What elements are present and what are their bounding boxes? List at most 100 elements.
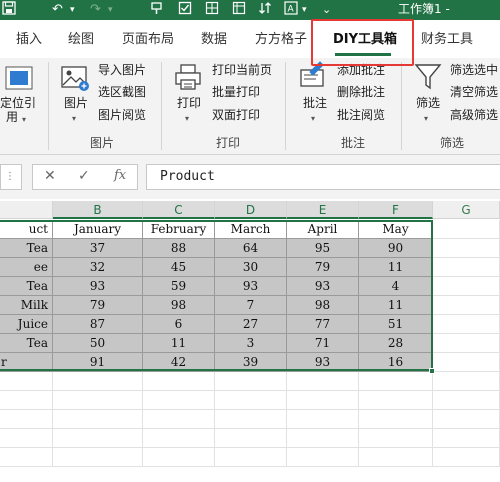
delete-comment-button[interactable]: 删除批注: [337, 85, 385, 99]
table-cell[interactable]: 93: [53, 277, 143, 296]
empty-cell[interactable]: [0, 429, 53, 448]
table-row-name[interactable]: Juice: [0, 315, 53, 334]
empty-cell[interactable]: [433, 448, 500, 467]
checkbox-icon[interactable]: [178, 1, 192, 21]
table-row-name[interactable]: Tea: [0, 239, 53, 258]
empty-cell[interactable]: [287, 372, 359, 391]
table-cell[interactable]: 4: [359, 277, 433, 296]
table-row-name[interactable]: ee: [0, 258, 53, 277]
table-cell[interactable]: 79: [53, 296, 143, 315]
empty-cell[interactable]: [53, 410, 143, 429]
redo-dropdown-icon[interactable]: ▾: [108, 1, 113, 19]
selection-screenshot-button[interactable]: 选区截图: [98, 85, 146, 99]
sort-icon[interactable]: [258, 1, 272, 21]
empty-cell[interactable]: [0, 448, 53, 467]
cell-header-january[interactable]: January: [53, 220, 143, 239]
table-cell[interactable]: 87: [53, 315, 143, 334]
empty-cell[interactable]: [215, 391, 287, 410]
table-cell[interactable]: 11: [359, 296, 433, 315]
empty-cell[interactable]: [433, 220, 500, 239]
locate-reference-label-line1[interactable]: 定位引: [0, 96, 36, 110]
comment-viewer-button[interactable]: 批注阅览: [337, 108, 385, 122]
print-dropdown-icon[interactable]: ▾: [185, 112, 189, 126]
function-icon[interactable]: fx: [114, 168, 126, 183]
table-row-name[interactable]: Milk: [0, 296, 53, 315]
empty-cell[interactable]: [287, 410, 359, 429]
table-cell[interactable]: 64: [215, 239, 287, 258]
cell-header-march[interactable]: March: [215, 220, 287, 239]
text-format-dropdown-icon[interactable]: ▾: [302, 1, 307, 19]
empty-cell[interactable]: [433, 391, 500, 410]
empty-cell[interactable]: [287, 448, 359, 467]
empty-cell[interactable]: [359, 391, 433, 410]
empty-cell[interactable]: [0, 410, 53, 429]
empty-cell[interactable]: [433, 315, 500, 334]
table-cell[interactable]: 93: [215, 277, 287, 296]
table-cell[interactable]: 88: [143, 239, 215, 258]
table-cell[interactable]: 93: [287, 277, 359, 296]
cancel-icon[interactable]: ✕: [44, 168, 56, 184]
redo-icon[interactable]: ↷: [90, 1, 101, 19]
comment-dropdown-icon[interactable]: ▾: [311, 112, 315, 126]
name-box[interactable]: ⋮: [0, 164, 22, 190]
empty-cell[interactable]: [433, 277, 500, 296]
empty-cell[interactable]: [433, 296, 500, 315]
undo-dropdown-icon[interactable]: ▾: [70, 1, 75, 19]
tab-finance-tools[interactable]: 财务工具: [421, 28, 473, 47]
picture-dropdown-icon[interactable]: ▾: [72, 112, 76, 126]
table-cell[interactable]: 39: [215, 353, 287, 372]
undo-icon[interactable]: ↶: [52, 1, 63, 19]
duplex-print-button[interactable]: 双面打印: [212, 108, 260, 122]
table-cell[interactable]: 37: [53, 239, 143, 258]
paint-icon[interactable]: [150, 1, 164, 21]
table-cell[interactable]: 77: [287, 315, 359, 334]
locate-dropdown-icon[interactable]: ▾: [22, 113, 26, 127]
empty-cell[interactable]: [287, 391, 359, 410]
empty-cell[interactable]: [53, 448, 143, 467]
table-cell[interactable]: 16: [359, 353, 433, 372]
column-header-g[interactable]: G: [433, 201, 500, 219]
locate-reference-icon[interactable]: [4, 64, 34, 96]
empty-cell[interactable]: [143, 372, 215, 391]
empty-cell[interactable]: [215, 429, 287, 448]
table-cell[interactable]: 79: [287, 258, 359, 277]
picture-viewer-button[interactable]: 图片阅览: [98, 108, 146, 122]
table-cell[interactable]: 3: [215, 334, 287, 353]
tab-draw[interactable]: 绘图: [68, 28, 94, 47]
table-cell[interactable]: 7: [215, 296, 287, 315]
table-cell[interactable]: 51: [359, 315, 433, 334]
empty-cell[interactable]: [287, 429, 359, 448]
enter-icon[interactable]: ✓: [78, 168, 90, 184]
locate-reference-label-line2[interactable]: 用: [6, 110, 18, 124]
empty-cell[interactable]: [143, 410, 215, 429]
table-cell[interactable]: 27: [215, 315, 287, 334]
empty-cell[interactable]: [433, 258, 500, 277]
clear-filter-button[interactable]: 清空筛选: [450, 85, 498, 99]
empty-cell[interactable]: [0, 391, 53, 410]
table-cell[interactable]: 42: [143, 353, 215, 372]
grid-icon[interactable]: [205, 1, 219, 21]
filter-dropdown-icon[interactable]: ▾: [424, 112, 428, 126]
table-cell[interactable]: 59: [143, 277, 215, 296]
column-header-c[interactable]: C: [143, 201, 215, 219]
tab-page-layout[interactable]: 页面布局: [122, 28, 174, 47]
empty-cell[interactable]: [215, 410, 287, 429]
table-cell[interactable]: 98: [143, 296, 215, 315]
name-box-dropdown-icon[interactable]: ⋮: [5, 171, 15, 182]
table-cell[interactable]: 11: [143, 334, 215, 353]
empty-cell[interactable]: [359, 429, 433, 448]
empty-cell[interactable]: [359, 448, 433, 467]
empty-cell[interactable]: [359, 410, 433, 429]
column-header-d[interactable]: D: [215, 201, 287, 219]
empty-cell[interactable]: [143, 391, 215, 410]
table-cell[interactable]: 90: [359, 239, 433, 258]
print-current-page-button[interactable]: 打印当前页: [212, 63, 272, 77]
tab-data[interactable]: 数据: [201, 28, 227, 47]
cell-header-product[interactable]: uct: [0, 220, 53, 239]
text-format-icon[interactable]: A: [284, 1, 300, 21]
save-icon[interactable]: [2, 1, 16, 21]
customize-toolbar-icon[interactable]: ⌄: [322, 1, 331, 19]
fill-handle[interactable]: [429, 368, 435, 374]
column-header-f[interactable]: F: [359, 201, 433, 219]
table-cell[interactable]: 30: [215, 258, 287, 277]
